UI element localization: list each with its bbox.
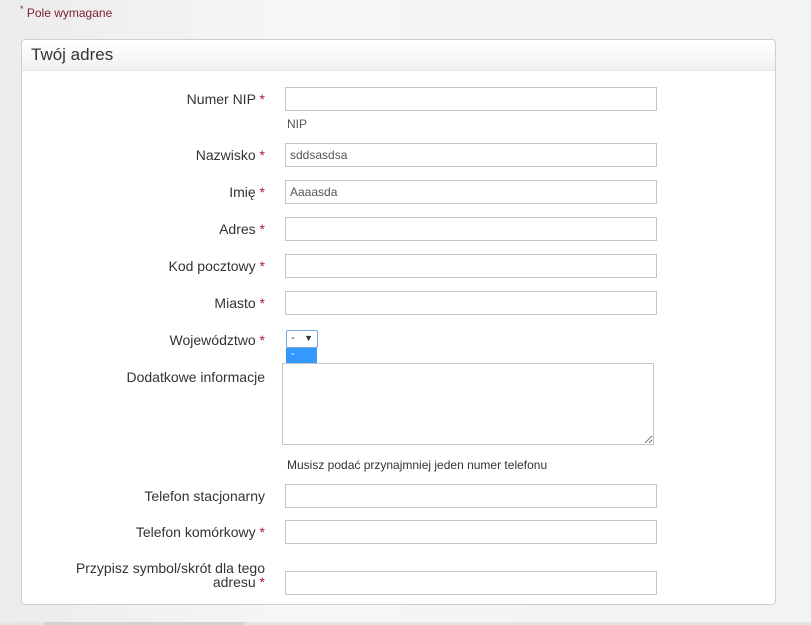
panel-title: Twój adres — [31, 45, 114, 64]
alias-input[interactable] — [285, 571, 657, 595]
alias-label: Przypisz symbol/skrót dla tego adresu * — [35, 561, 265, 589]
firstname-label-text: Imię — [229, 184, 256, 200]
nip-hint: NIP — [287, 117, 308, 131]
address-label-text: Adres — [219, 221, 256, 237]
additional-info-label: Dodatkowe informacje — [126, 369, 265, 385]
city-label: Miasto * — [214, 295, 265, 311]
city-label-text: Miasto — [214, 295, 256, 311]
required-star: * — [259, 91, 265, 107]
phone-requirement-note: Musisz podać przynajmniej jeden numer te… — [287, 458, 548, 472]
nip-label: Numer NIP * — [187, 91, 265, 107]
mobile-input[interactable] — [285, 520, 657, 544]
required-star: * — [259, 184, 265, 200]
firstname-label: Imię * — [229, 184, 265, 200]
province-label-text: Województwo — [169, 332, 256, 348]
landline-input[interactable] — [285, 484, 657, 508]
nip-label-text: Numer NIP — [186, 91, 256, 107]
mobile-label-text: Telefon komórkowy — [135, 524, 256, 540]
required-star: * — [259, 332, 265, 348]
required-star: * — [259, 524, 265, 540]
required-star: * — [259, 574, 265, 590]
address-input[interactable] — [285, 217, 657, 241]
required-star: * — [259, 147, 265, 163]
required-star: * — [259, 295, 265, 311]
required-note-text: Pole wymagane — [26, 6, 113, 20]
dropdown-arrow-icon: ▼ — [304, 333, 313, 343]
address-panel: Twój adres Numer NIP * NIP Nazwisko * Im… — [21, 39, 776, 605]
mobile-label: Telefon komórkowy * — [136, 524, 265, 540]
additional-info-label-text: Dodatkowe informacje — [126, 369, 265, 385]
required-star: * — [259, 221, 265, 237]
landline-label: Telefon stacjonarny — [144, 488, 265, 504]
province-label: Województwo * — [170, 332, 265, 348]
lastname-label: Nazwisko * — [196, 147, 265, 163]
alias-label-text: Przypisz symbol/skrót dla tego adresu — [75, 560, 265, 590]
province-select[interactable]: - ▼ — [286, 330, 318, 348]
city-input[interactable] — [285, 291, 657, 315]
additional-info-textarea[interactable] — [282, 363, 654, 445]
firstname-input[interactable] — [285, 180, 657, 204]
nip-input[interactable] — [285, 87, 657, 111]
province-selected-value: - — [291, 332, 295, 344]
lastname-label-text: Nazwisko — [195, 147, 256, 163]
panel-header: Twój adres — [22, 40, 775, 71]
required-star: * — [259, 258, 265, 274]
postcode-label: Kod pocztowy * — [168, 258, 265, 274]
required-fields-note: * Pole wymagane — [20, 4, 112, 20]
postcode-label-text: Kod pocztowy — [168, 258, 256, 274]
required-star: * — [20, 4, 24, 14]
postcode-input[interactable] — [285, 254, 657, 278]
address-label: Adres * — [219, 221, 265, 237]
landline-label-text: Telefon stacjonarny — [144, 488, 265, 504]
lastname-input[interactable] — [285, 143, 657, 167]
